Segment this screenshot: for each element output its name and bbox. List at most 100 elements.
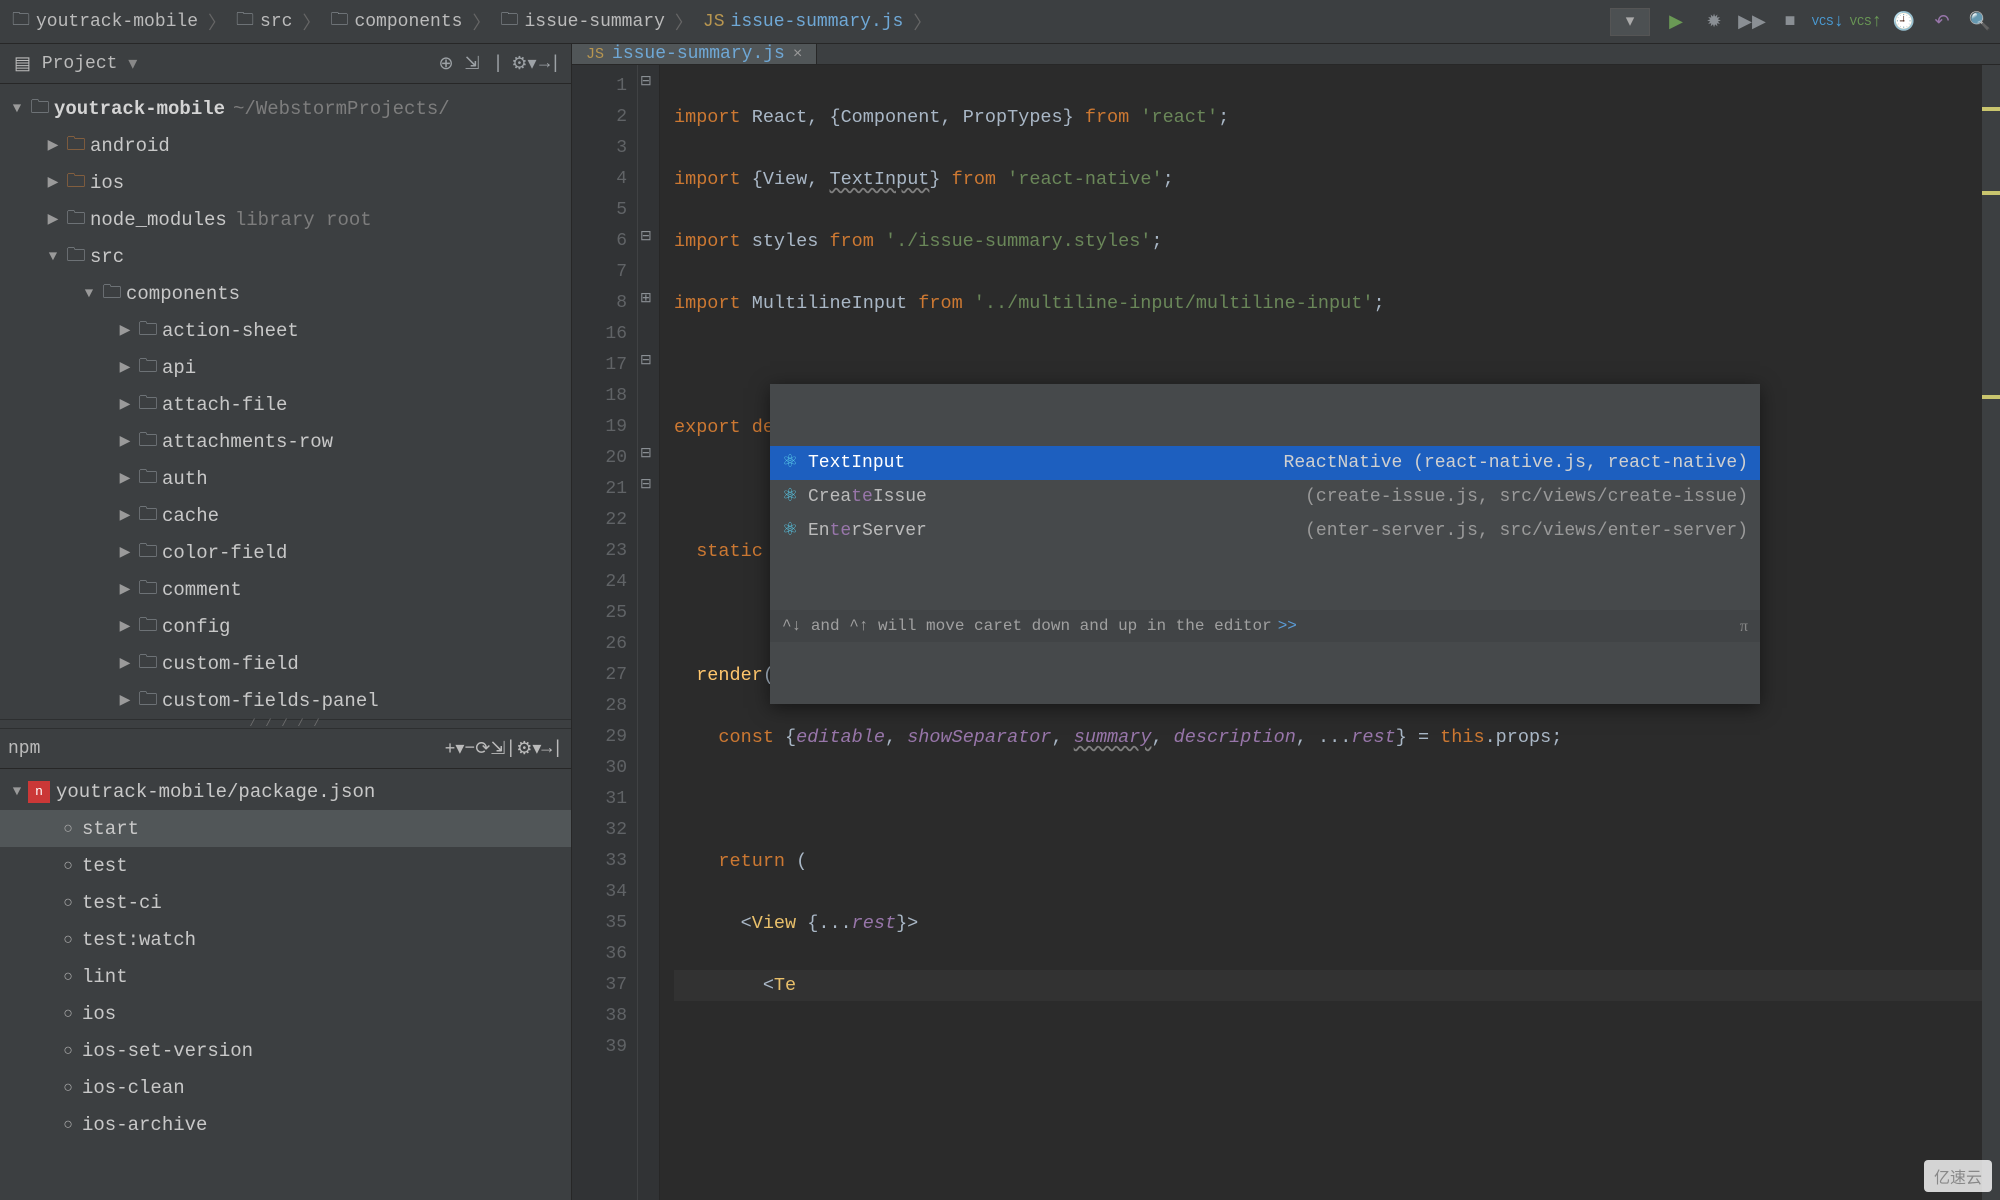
completion-more-link[interactable]: >>	[1272, 611, 1297, 642]
expand-arrow-icon[interactable]: ▶	[114, 396, 136, 413]
vcs-commit-button[interactable]: VCS↑	[1854, 10, 1878, 34]
npm-script-item[interactable]: ○ios-archive	[0, 1106, 571, 1143]
expand-arrow-icon[interactable]: ▶	[114, 507, 136, 524]
expand-arrow-icon[interactable]: ▼	[6, 784, 28, 800]
npm-script-item[interactable]: ○test	[0, 847, 571, 884]
expand-arrow-icon[interactable]: ▶	[114, 692, 136, 709]
hide-icon[interactable]: →|	[537, 54, 563, 74]
expand-arrow-icon[interactable]: ▶	[114, 581, 136, 598]
tree-root[interactable]: ▼ 🗀 youtrack-mobile ~/WebstormProjects/	[0, 90, 571, 127]
expand-arrow-icon[interactable]: ▼	[6, 101, 28, 117]
editor-tab[interactable]: JS issue-summary.js ×	[572, 44, 817, 64]
expand-arrow-icon[interactable]: ▶	[114, 433, 136, 450]
expand-arrow-icon[interactable]: ▶	[114, 359, 136, 376]
code-editor[interactable]: import React, {Component, PropTypes} fro…	[660, 65, 1982, 1200]
tree-item[interactable]: ▼🗀components	[0, 275, 571, 312]
breadcrumb-item[interactable]: 🗀issue-summary	[496, 5, 668, 39]
tree-item[interactable]: ▶🗀action-sheet	[0, 312, 571, 349]
npm-root[interactable]: ▼ n youtrack-mobile/package.json	[0, 773, 571, 810]
folder-icon: 🗀	[64, 130, 88, 162]
tree-item[interactable]: ▶🗀auth	[0, 460, 571, 497]
breadcrumb-item[interactable]: 🗀components	[326, 5, 466, 39]
fold-icon[interactable]: ⊟	[640, 476, 652, 493]
line-gutter[interactable]: 1234567816171819202122232425262728293031…	[572, 65, 638, 1200]
npm-script-item[interactable]: ○ios-clean	[0, 1069, 571, 1106]
tree-item[interactable]: ▶🗀android	[0, 127, 571, 164]
fold-column[interactable]: ⊟ ⊟ ⊞ ⊟ ⊟ ⊟	[638, 65, 660, 1200]
breadcrumb-file[interactable]: JS issue-summary.js	[699, 10, 907, 34]
gear-icon[interactable]: ⚙▾	[511, 53, 537, 75]
breadcrumb-item[interactable]: 🗀src	[232, 5, 296, 39]
fold-icon[interactable]: ⊟	[640, 352, 652, 369]
tree-item[interactable]: ▶🗀custom-field	[0, 645, 571, 682]
add-icon[interactable]: +▾	[445, 738, 465, 760]
tree-item[interactable]: ▶🗀color-field	[0, 534, 571, 571]
history-button[interactable]: 🕘	[1892, 10, 1916, 34]
fold-icon[interactable]: ⊟	[640, 228, 652, 245]
npm-script-item[interactable]: ○start	[0, 810, 571, 847]
npm-panel-header[interactable]: npm +▾ − ⟳ ⇲ | ⚙▾ →|	[0, 729, 571, 769]
tree-item[interactable]: ▶🗀api	[0, 349, 571, 386]
fold-icon[interactable]: ⊟	[640, 73, 652, 90]
npm-tree[interactable]: ▼ n youtrack-mobile/package.json ○start○…	[0, 769, 571, 1200]
project-panel-header[interactable]: ▤ Project ▾ ⊕ ⇲ | ⚙▾ →|	[0, 44, 571, 84]
warning-marker[interactable]	[1982, 191, 2000, 195]
error-stripe[interactable]	[1982, 65, 2000, 1200]
warning-marker[interactable]	[1982, 395, 2000, 399]
tree-item[interactable]: ▼🗀src	[0, 238, 571, 275]
debug-button[interactable]: ✹	[1702, 10, 1726, 34]
pi-icon[interactable]: π	[1740, 611, 1748, 642]
expand-arrow-icon[interactable]: ▶	[42, 174, 64, 191]
breadcrumb-item[interactable]: 🗀youtrack-mobile	[8, 5, 202, 39]
collapse-icon[interactable]: ⇲	[490, 738, 505, 760]
tree-item[interactable]: ▶🗀cache	[0, 497, 571, 534]
tree-item[interactable]: ▶🗀ios	[0, 164, 571, 201]
locate-icon[interactable]: ⊕	[433, 53, 459, 75]
remove-icon[interactable]: −	[464, 739, 475, 759]
npm-script-item[interactable]: ○ios-set-version	[0, 1032, 571, 1069]
refresh-icon[interactable]: ⟳	[475, 738, 490, 760]
completion-item[interactable]: ⚛TextInputReactNative (react-native.js, …	[770, 446, 1760, 480]
npm-script-item[interactable]: ○test:watch	[0, 921, 571, 958]
expand-arrow-icon[interactable]: ▶	[42, 137, 64, 154]
tree-item[interactable]: ▶🗀attachments-row	[0, 423, 571, 460]
folder-icon: 🗀	[500, 7, 518, 37]
undo-button[interactable]: ↶	[1930, 10, 1954, 34]
expand-arrow-icon[interactable]: ▼	[78, 286, 100, 302]
stop-button[interactable]: ■	[1778, 10, 1802, 34]
run-button[interactable]: ▶	[1664, 10, 1688, 34]
completion-item[interactable]: ⚛EnterServer(enter-server.js, src/views/…	[770, 514, 1760, 548]
expand-arrow-icon[interactable]: ▶	[114, 655, 136, 672]
fold-icon[interactable]: ⊞	[640, 290, 652, 307]
tree-item[interactable]: ▶🗀comment	[0, 571, 571, 608]
tree-item[interactable]: ▶🗀node_moduleslibrary root	[0, 201, 571, 238]
chevron-right-icon: 〉	[909, 9, 935, 35]
close-icon[interactable]: ×	[793, 45, 803, 63]
completion-item[interactable]: ⚛CreateIssue(create-issue.js, src/views/…	[770, 480, 1760, 514]
expand-arrow-icon[interactable]: ▶	[114, 470, 136, 487]
expand-arrow-icon[interactable]: ▶	[114, 544, 136, 561]
code-completion-popup[interactable]: ⚛TextInputReactNative (react-native.js, …	[770, 384, 1760, 704]
split-drag-handle[interactable]: / / / / /	[0, 719, 571, 729]
search-everywhere-button[interactable]: 🔍	[1968, 10, 1992, 34]
collapse-icon[interactable]: ⇲	[459, 53, 485, 75]
expand-arrow-icon[interactable]: ▼	[42, 249, 64, 265]
tree-item[interactable]: ▶🗀custom-fields-panel	[0, 682, 571, 719]
npm-script-item[interactable]: ○test-ci	[0, 884, 571, 921]
npm-script-item[interactable]: ○lint	[0, 958, 571, 995]
gear-icon[interactable]: ⚙▾	[516, 738, 541, 760]
expand-arrow-icon[interactable]: ▶	[114, 322, 136, 339]
vcs-update-button[interactable]: VCS↓	[1816, 10, 1840, 34]
folder-icon: 🗀	[28, 93, 52, 125]
run-config-dropdown[interactable]: ▾	[1610, 8, 1650, 36]
tree-item[interactable]: ▶🗀config	[0, 608, 571, 645]
project-tree[interactable]: ▼ 🗀 youtrack-mobile ~/WebstormProjects/ …	[0, 84, 571, 719]
fold-icon[interactable]: ⊟	[640, 445, 652, 462]
tree-item[interactable]: ▶🗀attach-file	[0, 386, 571, 423]
hide-icon[interactable]: →|	[541, 739, 563, 759]
expand-arrow-icon[interactable]: ▶	[114, 618, 136, 635]
coverage-button[interactable]: ▶▶	[1740, 10, 1764, 34]
expand-arrow-icon[interactable]: ▶	[42, 211, 64, 228]
npm-script-item[interactable]: ○ios	[0, 995, 571, 1032]
warning-marker[interactable]	[1982, 107, 2000, 111]
